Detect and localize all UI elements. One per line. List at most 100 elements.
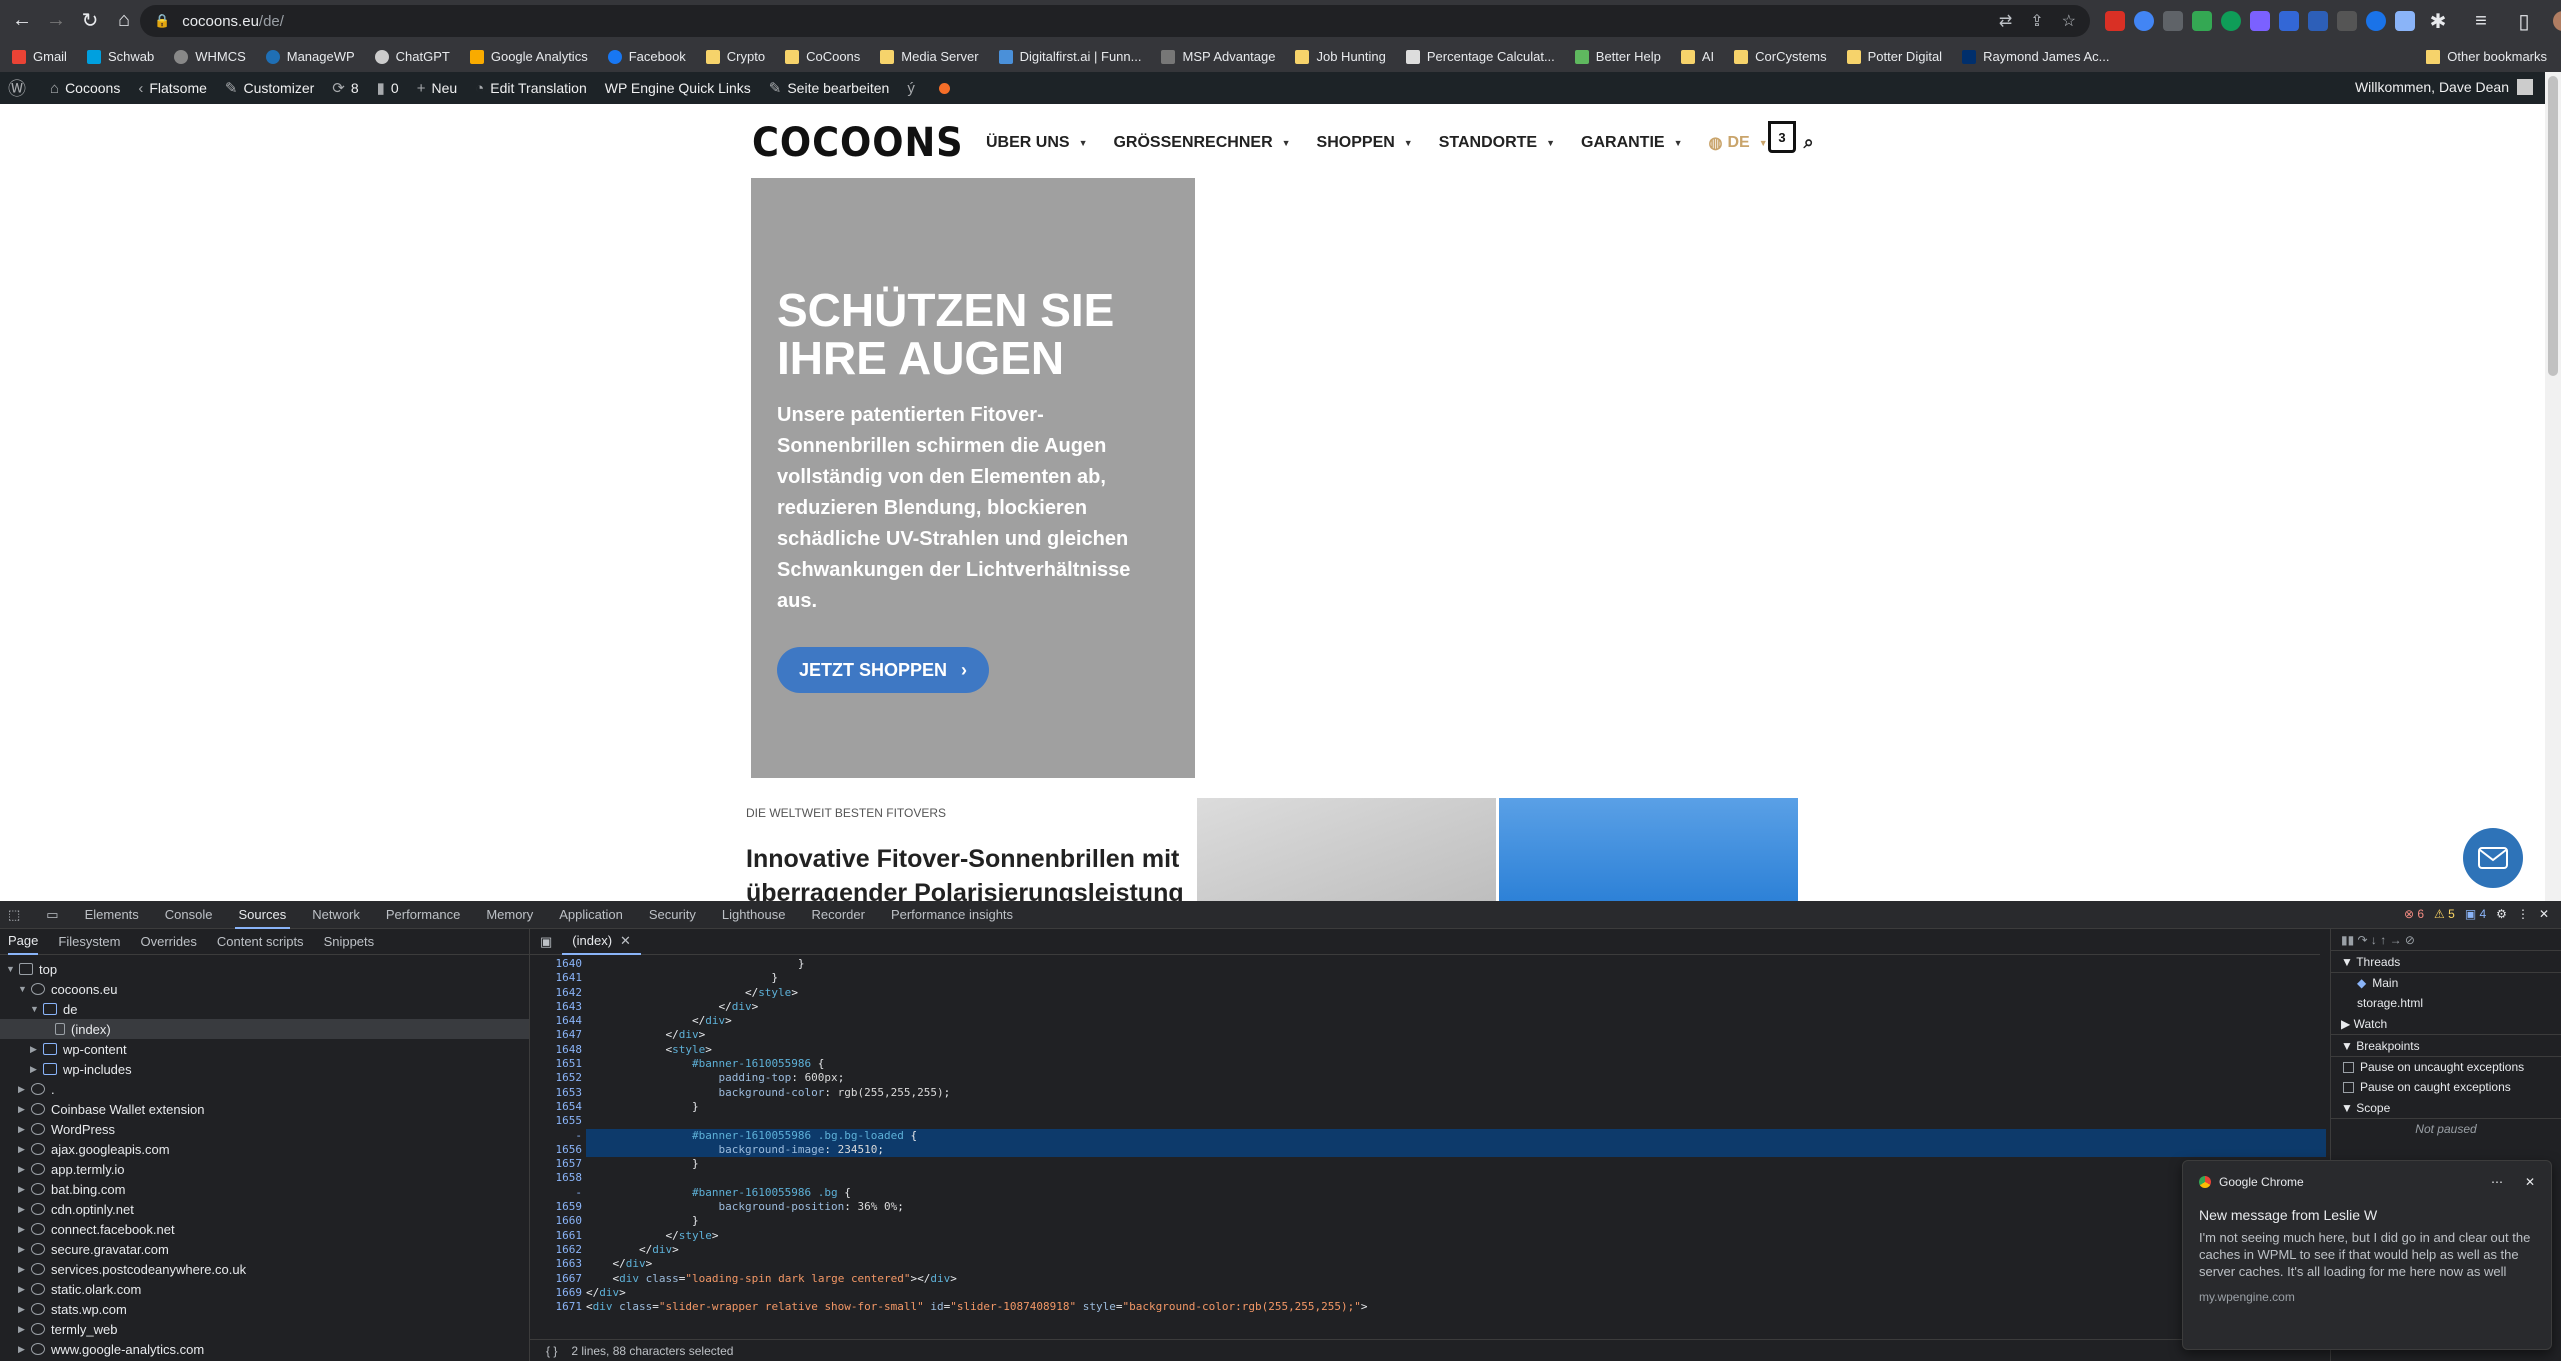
subtab-snippets[interactable]: Snippets <box>324 934 375 949</box>
puzzle-icon[interactable]: ✱ <box>2424 7 2452 35</box>
tab-memory[interactable]: Memory <box>486 901 533 929</box>
bookmark[interactable]: ChatGPT <box>374 49 450 64</box>
thread-storage[interactable]: storage.html <box>2331 993 2561 1013</box>
extension-icon[interactable] <box>2163 11 2183 31</box>
home-icon[interactable]: ⌂ <box>110 7 138 35</box>
star-icon[interactable]: ☆ <box>2062 11 2076 31</box>
error-count[interactable]: ⊗ 6 <box>2404 907 2424 921</box>
tree-node[interactable]: ▶ wp-includes <box>0 1059 529 1079</box>
tab-performance-insights[interactable]: Performance insights <box>891 901 1013 929</box>
close-icon[interactable]: ✕ <box>620 933 631 949</box>
line-number[interactable]: 1651 <box>536 1057 583 1071</box>
bookmark[interactable]: Percentage Calculat... <box>1405 49 1555 64</box>
extension-icon[interactable] <box>2192 11 2212 31</box>
tree-node[interactable]: ▶ Coinbase Wallet extension <box>0 1099 529 1119</box>
wp-edit-page[interactable]: ✎ Seite bearbeiten <box>769 79 890 97</box>
line-number[interactable]: 1658 <box>536 1171 583 1185</box>
code-editor[interactable]: ▣ (index) ✕ 1640 1641 1642 1643 1644 1647 1648 1… <box>530 928 2326 1361</box>
tree-node[interactable]: ▶ static.olark.com <box>0 1279 529 1299</box>
page-scrollbar[interactable] <box>2545 72 2561 901</box>
toggle-navigator-icon[interactable]: ▣ <box>540 934 552 950</box>
bookmark[interactable]: Raymond James Ac... <box>1962 49 2110 64</box>
extension-icon[interactable] <box>2250 11 2270 31</box>
tab-lighthouse[interactable]: Lighthouse <box>722 901 786 929</box>
warning-count[interactable]: ⚠ 5 <box>2434 907 2455 921</box>
line-number[interactable]: 1644 <box>536 1014 583 1028</box>
tree-node[interactable]: ▶ stats.wp.com <box>0 1299 529 1319</box>
forward-icon[interactable]: → <box>42 7 70 35</box>
bookmark[interactable]: Better Help <box>1574 49 1661 64</box>
line-number[interactable]: 1669 <box>536 1286 583 1300</box>
format-icon[interactable]: { } <box>546 1344 557 1358</box>
close-icon[interactable]: ✕ <box>2525 1175 2535 1189</box>
line-number[interactable]: 1643 <box>536 1000 583 1014</box>
nav-item-shoppen[interactable]: SHOPPEN ▼ <box>1317 134 1413 152</box>
tab-performance[interactable]: Performance <box>386 901 460 929</box>
tree-node[interactable]: ▶ termly_web <box>0 1319 529 1339</box>
line-number[interactable]: - <box>536 1186 582 1200</box>
share-icon[interactable]: ⇪ <box>2030 11 2043 31</box>
yoast-icon[interactable]: ý <box>907 80 921 97</box>
address-bar[interactable]: 🔒 cocoons.eu/de/ ⇄ ⇪ ☆ <box>140 5 2090 37</box>
thread-main[interactable]: ◆ Main <box>2331 973 2561 993</box>
tab-console[interactable]: Console <box>165 901 213 929</box>
line-number[interactable]: 1657 <box>536 1157 583 1171</box>
reload-icon[interactable]: ↻ <box>76 7 104 35</box>
bookmark-folder[interactable]: Potter Digital <box>1846 49 1942 64</box>
inspect-icon[interactable]: ⬚ <box>8 901 20 929</box>
wp-new[interactable]: + Neu <box>417 80 457 97</box>
more-icon[interactable]: ⋮ <box>2517 907 2529 921</box>
bookmark[interactable]: MSP Advantage <box>1161 49 1275 64</box>
back-icon[interactable]: ← <box>8 7 36 35</box>
search-icon[interactable]: ⌕ <box>1804 132 1814 153</box>
tree-node[interactable]: ▶ cdn.optinly.net <box>0 1199 529 1219</box>
bookmark-folder[interactable]: CorCystems <box>1734 49 1827 64</box>
chat-button[interactable] <box>2463 828 2523 888</box>
nav-item-groessenrechner[interactable]: GRÖSSENRECHNER ▼ <box>1113 134 1290 152</box>
line-number[interactable]: 1647 <box>536 1028 583 1042</box>
line-number[interactable]: 1653 <box>536 1086 583 1100</box>
shop-now-button[interactable]: JETZT SHOPPEN › <box>777 647 990 693</box>
bookmark[interactable]: Digitalfirst.ai | Funn... <box>998 49 1141 64</box>
line-number[interactable]: 1659 <box>536 1200 583 1214</box>
tree-node[interactable]: ▶ secure.gravatar.com <box>0 1239 529 1259</box>
wp-updates[interactable]: ⟳ 8 <box>332 79 358 97</box>
tree-node[interactable]: (index) <box>0 1019 529 1039</box>
chrome-notification[interactable]: Google Chrome ⋯ ✕ New message from Leslie… <box>2182 1160 2552 1350</box>
line-number[interactable]: 1640 <box>536 957 583 971</box>
line-number[interactable]: 1641 <box>536 971 583 985</box>
wp-engine-quicklinks[interactable]: WP Engine Quick Links <box>605 80 751 96</box>
subtab-filesystem[interactable]: Filesystem <box>58 934 120 949</box>
line-number[interactable]: 1661 <box>536 1229 583 1243</box>
code-lines[interactable]: } } </style> </div> </div> </div> <style… <box>586 957 2326 1314</box>
more-icon[interactable]: ⋯ <box>2491 1175 2503 1189</box>
tree-node[interactable]: ▶ wp-content <box>0 1039 529 1059</box>
extension-icon[interactable] <box>2279 11 2299 31</box>
bookmark-folder[interactable]: Crypto <box>705 49 765 64</box>
line-number[interactable]: 1660 <box>536 1214 583 1228</box>
line-number[interactable]: 1663 <box>536 1257 583 1271</box>
editor-tab-index[interactable]: (index) ✕ <box>562 928 641 955</box>
tab-network[interactable]: Network <box>312 901 360 929</box>
wp-theme-link[interactable]: ‹ Flatsome <box>138 80 207 97</box>
cart-button[interactable]: 3 <box>1768 121 1796 153</box>
subtab-overrides[interactable]: Overrides <box>141 934 197 949</box>
wp-logo-icon[interactable]: Ⓦ <box>8 75 32 101</box>
section-scope[interactable]: ▼ Scope <box>2331 1097 2561 1119</box>
bookmark[interactable]: Schwab <box>86 49 154 64</box>
bookmark-folder[interactable]: CoCoons <box>785 49 860 64</box>
tab-elements[interactable]: Elements <box>85 901 139 929</box>
tree-node[interactable]: ▶ WordPress <box>0 1119 529 1139</box>
bookmark[interactable]: Facebook <box>607 49 686 64</box>
wp-edit-translation[interactable]: ◔ Edit Translation <box>475 80 587 97</box>
extension-icon[interactable] <box>2366 11 2386 31</box>
tab-security[interactable]: Security <box>649 901 696 929</box>
extension-icon[interactable] <box>2337 11 2357 31</box>
wp-site-link[interactable]: ⌂ Cocoons <box>50 80 120 97</box>
bookmark[interactable]: Gmail <box>12 49 67 64</box>
extension-icon[interactable] <box>2105 11 2125 31</box>
tree-node[interactable]: ▶. <box>0 1079 529 1099</box>
tree-node[interactable]: ▶ connect.facebook.net <box>0 1219 529 1239</box>
settings-icon[interactable]: ⚙ <box>2496 907 2507 921</box>
wp-account[interactable]: Willkommen, Dave Dean <box>2355 79 2533 95</box>
